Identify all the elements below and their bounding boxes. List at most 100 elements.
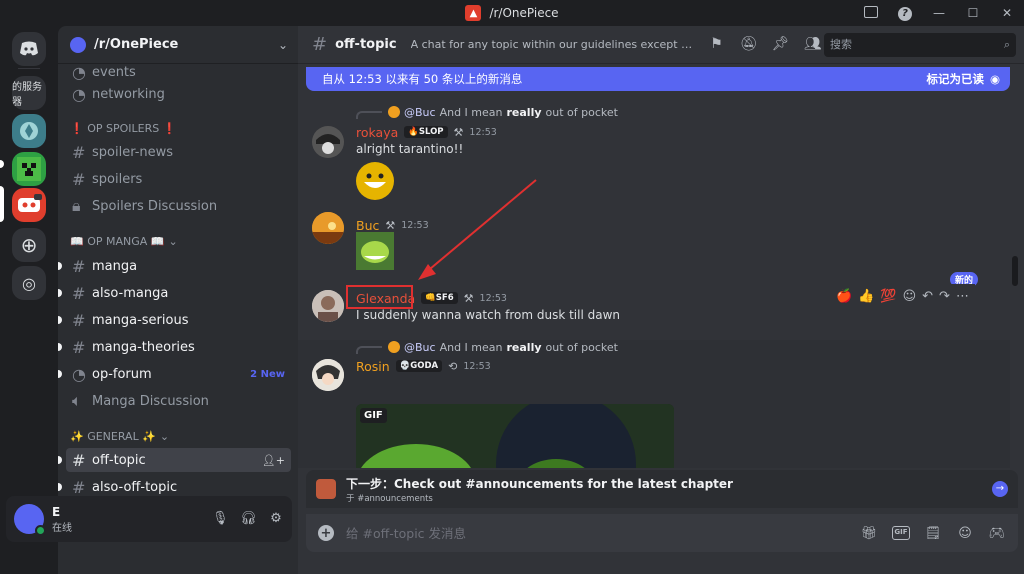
channel-label: Manga Discussion: [92, 393, 209, 409]
user-info[interactable]: E 在线: [52, 505, 72, 534]
author-name[interactable]: Buc: [356, 218, 379, 233]
emoji-icon[interactable]: ☺: [956, 526, 974, 541]
search-input[interactable]: [830, 38, 1004, 51]
user-panel: E 在线 🎙︎ 🎧︎ ⚙: [6, 496, 292, 542]
server-onepiece-button[interactable]: [12, 188, 46, 222]
server-header[interactable]: /r/OnePiece ⌄: [58, 26, 298, 64]
server-tag[interactable]: 🔥SLOP: [404, 126, 448, 138]
help-button[interactable]: ?: [888, 5, 922, 21]
discord-home-button[interactable]: [12, 32, 46, 66]
add-server-button[interactable]: ⊕: [12, 228, 46, 262]
threads-icon[interactable]: ⚑: [708, 36, 726, 54]
user-status: 在线: [52, 522, 72, 534]
forum-icon: ◔: [72, 364, 86, 384]
arrow-right-icon[interactable]: →: [992, 481, 1008, 497]
channel-label: spoilers: [92, 171, 143, 187]
channel-label: also-off-topic: [92, 479, 178, 495]
reply-icon[interactable]: ↶: [922, 289, 933, 304]
channel-topic[interactable]: A chat for any topic within our guidelin…: [411, 38, 696, 51]
headphones-icon[interactable]: 🎧︎: [240, 511, 257, 527]
inbox-icon: [864, 5, 878, 18]
channel-off-topic[interactable]: # off-topic 👤︎+: [58, 448, 291, 472]
hammer-icon: ⚒: [385, 218, 396, 232]
channel-manga-discussion[interactable]: 🔈︎ Manga Discussion: [66, 389, 291, 413]
unread-dot: [58, 316, 62, 324]
scrollbar-thumb[interactable]: [1012, 256, 1018, 286]
microphone-icon[interactable]: 🎙︎: [212, 511, 229, 527]
gift-icon[interactable]: 🎁︎: [860, 526, 878, 541]
gamepad-icon[interactable]: 🎮︎: [988, 526, 1006, 541]
channel-label: also-manga: [92, 285, 169, 301]
pin-icon[interactable]: 📌︎: [772, 36, 790, 54]
forward-icon[interactable]: ↷: [939, 289, 950, 304]
hammer-icon: ⚒: [463, 291, 474, 305]
new-messages-bar[interactable]: 自从 12:53 以来有 50 条以上的新消息 标记为已读 ◉: [306, 67, 1010, 91]
attach-plus-icon[interactable]: +: [318, 525, 334, 541]
sticker-image[interactable]: [356, 162, 394, 200]
channel-networking[interactable]: ◔ networking: [66, 82, 291, 106]
avatar[interactable]: [312, 126, 344, 158]
hashtag-icon: #: [72, 283, 86, 303]
author-name[interactable]: rokaya: [356, 125, 398, 140]
next-step-banner[interactable]: 下一步：Check out #announcements for the lat…: [306, 470, 1018, 508]
mute-bell-icon[interactable]: 🔕︎: [740, 36, 758, 54]
category-op-manga[interactable]: 📖 OP MANGA 📖 ⌄: [70, 235, 178, 248]
avatar-image: [312, 212, 344, 244]
mark-as-read-button[interactable]: 标记为已读 ◉: [926, 71, 1000, 87]
gif-embed[interactable]: GIF: [356, 404, 674, 468]
channel-events[interactable]: ◔ events: [66, 60, 291, 84]
thumbsup-reaction-button[interactable]: 👍: [858, 289, 874, 304]
server-name: /r/OnePiece: [94, 37, 179, 52]
channel-label: manga: [92, 258, 138, 274]
new-messages-text: 自从 12:53 以来有 50 条以上的新消息: [322, 72, 523, 86]
author-name[interactable]: Rosin: [356, 359, 390, 374]
channel-spoilers-discussion[interactable]: 🔒︎ Spoilers Discussion: [66, 194, 291, 218]
channel-label: manga-serious: [92, 312, 189, 328]
channel-manga-theories[interactable]: # manga-theories: [58, 335, 291, 359]
more-options-icon[interactable]: ⋯: [956, 289, 969, 304]
add-reaction-icon[interactable]: ☺: [903, 289, 917, 304]
sticker-icon[interactable]: 🗒︎: [924, 526, 942, 541]
hashtag-icon: #: [312, 34, 328, 55]
hundred-reaction-button[interactable]: 💯: [880, 289, 896, 304]
add-member-icon[interactable]: 👤︎+: [262, 454, 285, 467]
category-label: ❗ OP SPOILERS ❗: [70, 122, 177, 135]
category-label: ✨ GENERAL ✨: [70, 430, 156, 443]
unread-dot: [58, 370, 62, 378]
hashtag-icon: #: [72, 142, 86, 162]
channel-op-forum[interactable]: ◔ op-forum 2 New: [58, 362, 291, 386]
server-tag[interactable]: 💀GODA: [395, 360, 443, 372]
search-box[interactable]: ⌕: [824, 32, 1016, 57]
avatar[interactable]: [312, 359, 344, 391]
avatar[interactable]: [312, 212, 344, 244]
gear-icon[interactable]: ⚙: [268, 511, 284, 527]
inbox-button[interactable]: [854, 5, 888, 21]
server-tag[interactable]: 👊SF6: [421, 292, 458, 304]
close-button[interactable]: ✕: [990, 6, 1024, 20]
avatar[interactable]: [14, 504, 46, 536]
message-input[interactable]: [346, 525, 860, 541]
channel-spoiler-news[interactable]: # spoiler-news: [66, 140, 291, 164]
server-minecraft-button[interactable]: [12, 152, 46, 186]
reply-preview[interactable]: @Buc And I mean really out of pocket: [356, 105, 618, 119]
help-icon: ?: [898, 6, 912, 21]
channel-manga-serious[interactable]: # manga-serious: [58, 308, 291, 332]
channel-spoilers[interactable]: # spoilers: [66, 167, 291, 191]
gif-icon[interactable]: GIF: [892, 525, 910, 540]
category-general[interactable]: ✨ GENERAL ✨ ⌄: [70, 430, 169, 443]
category-op-spoilers[interactable]: ❗ OP SPOILERS ❗: [70, 122, 176, 135]
minimize-button[interactable]: —: [922, 6, 956, 20]
chevron-down-icon: ⌄: [277, 37, 288, 52]
members-icon[interactable]: 👥︎: [804, 36, 822, 54]
server-chinese-button[interactable]: 的服务器: [12, 76, 46, 110]
avatar[interactable]: [312, 290, 344, 322]
maximize-button[interactable]: ☐: [956, 6, 990, 20]
explore-servers-button[interactable]: ◎: [12, 266, 46, 300]
channel-label: networking: [92, 86, 165, 102]
server-generic-button[interactable]: [12, 114, 46, 148]
channel-manga[interactable]: # manga: [58, 254, 291, 278]
sticker-image[interactable]: [356, 232, 394, 270]
apple-reaction-button[interactable]: 🍎: [836, 289, 852, 304]
reply-preview[interactable]: @Buc And I mean really out of pocket: [356, 340, 618, 354]
channel-also-manga[interactable]: # also-manga: [58, 281, 291, 305]
